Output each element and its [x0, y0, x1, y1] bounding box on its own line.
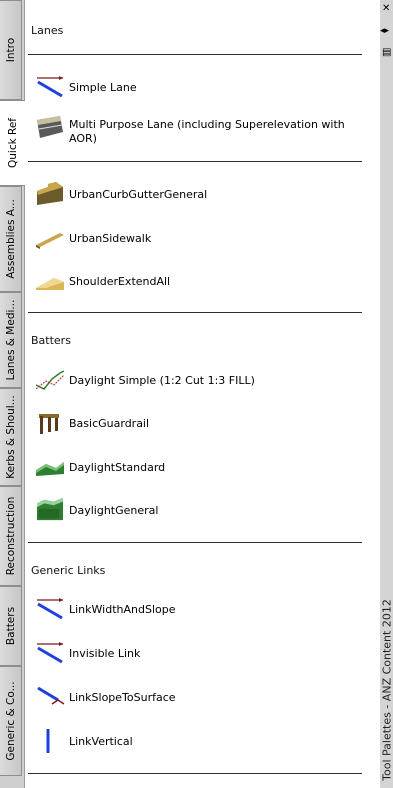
- palette-title: Tool Palettes - ANZ Content 2012: [380, 599, 393, 781]
- tool-daylight-simple[interactable]: Daylight Simple (1:2 Cut 1:3 FILL): [31, 367, 361, 393]
- link-vertical-icon: [46, 729, 50, 753]
- tab-intro[interactable]: Intro: [0, 0, 22, 100]
- tab-batters[interactable]: Batters: [0, 586, 22, 666]
- tab-lanes-medians[interactable]: Lanes & Medi...: [0, 292, 22, 388]
- tool-link-slope-to-surface[interactable]: LinkSlopeToSurface: [31, 684, 361, 710]
- tool-shoulder-extend-all[interactable]: ShoulderExtendAll: [31, 268, 361, 294]
- close-icon[interactable]: ✕: [382, 4, 390, 14]
- section-separator: [28, 54, 362, 55]
- section-header-generic-links: Generic Links: [31, 564, 106, 577]
- properties-icon[interactable]: ▤: [382, 48, 391, 58]
- tool-simple-lane[interactable]: Simple Lane: [31, 74, 361, 100]
- simple-lane-icon: [37, 76, 63, 98]
- tool-multi-purpose-lane[interactable]: Multi Purpose Lane (including Supereleva…: [31, 114, 361, 148]
- section-separator: [28, 773, 362, 774]
- tool-invisible-link[interactable]: Invisible Link: [31, 640, 361, 666]
- palette-tab-strip: Intro Quick Ref Assemblies A... Lanes & …: [0, 0, 25, 788]
- tool-daylight-standard[interactable]: DaylightStandard: [31, 454, 361, 480]
- sidewalk-icon: [36, 233, 64, 249]
- daylight-general-icon: [37, 497, 63, 521]
- tool-basic-guardrail[interactable]: BasicGuardrail: [31, 410, 361, 436]
- section-separator: [28, 542, 362, 543]
- tool-palette-panel: Lanes Simple Lane Multi Purpose Lane (in…: [24, 0, 393, 788]
- palette-title-bar: ✕ ◂▸ ▤ Tool Palettes - ANZ Content 2012: [380, 0, 393, 788]
- daylight-simple-icon: [35, 370, 65, 390]
- tool-link-vertical[interactable]: LinkVertical: [31, 728, 361, 754]
- multi-purpose-lane-icon: [37, 116, 63, 138]
- tab-reconstruction[interactable]: Reconstruction: [0, 486, 22, 586]
- link-width-slope-icon: [37, 598, 63, 620]
- section-header-lanes: Lanes: [31, 24, 64, 37]
- daylight-standard-icon: [36, 462, 64, 476]
- section-separator: [28, 312, 362, 313]
- tool-urban-sidewalk[interactable]: UrbanSidewalk: [31, 225, 361, 251]
- guardrail-icon: [39, 414, 59, 434]
- section-separator: [28, 161, 362, 162]
- auto-hide-icon[interactable]: ◂▸: [380, 26, 389, 36]
- tab-kerbs-shoulders[interactable]: Kerbs & Shoul...: [0, 388, 22, 486]
- shoulder-icon: [36, 278, 64, 290]
- curb-gutter-icon: [37, 182, 63, 205]
- tool-link-width-slope[interactable]: LinkWidthAndSlope: [31, 596, 361, 622]
- tool-daylight-general[interactable]: DaylightGeneral: [31, 496, 361, 526]
- section-header-batters: Batters: [31, 334, 71, 347]
- tab-generic-co[interactable]: Generic & Co...: [0, 666, 22, 776]
- invisible-link-icon: [37, 642, 63, 664]
- link-slope-surface-icon: [37, 686, 65, 705]
- tab-quick-ref[interactable]: Quick Ref: [0, 100, 25, 186]
- tool-urban-curb-gutter[interactable]: UrbanCurbGutterGeneral: [31, 181, 361, 207]
- tab-assemblies[interactable]: Assemblies A...: [0, 186, 22, 292]
